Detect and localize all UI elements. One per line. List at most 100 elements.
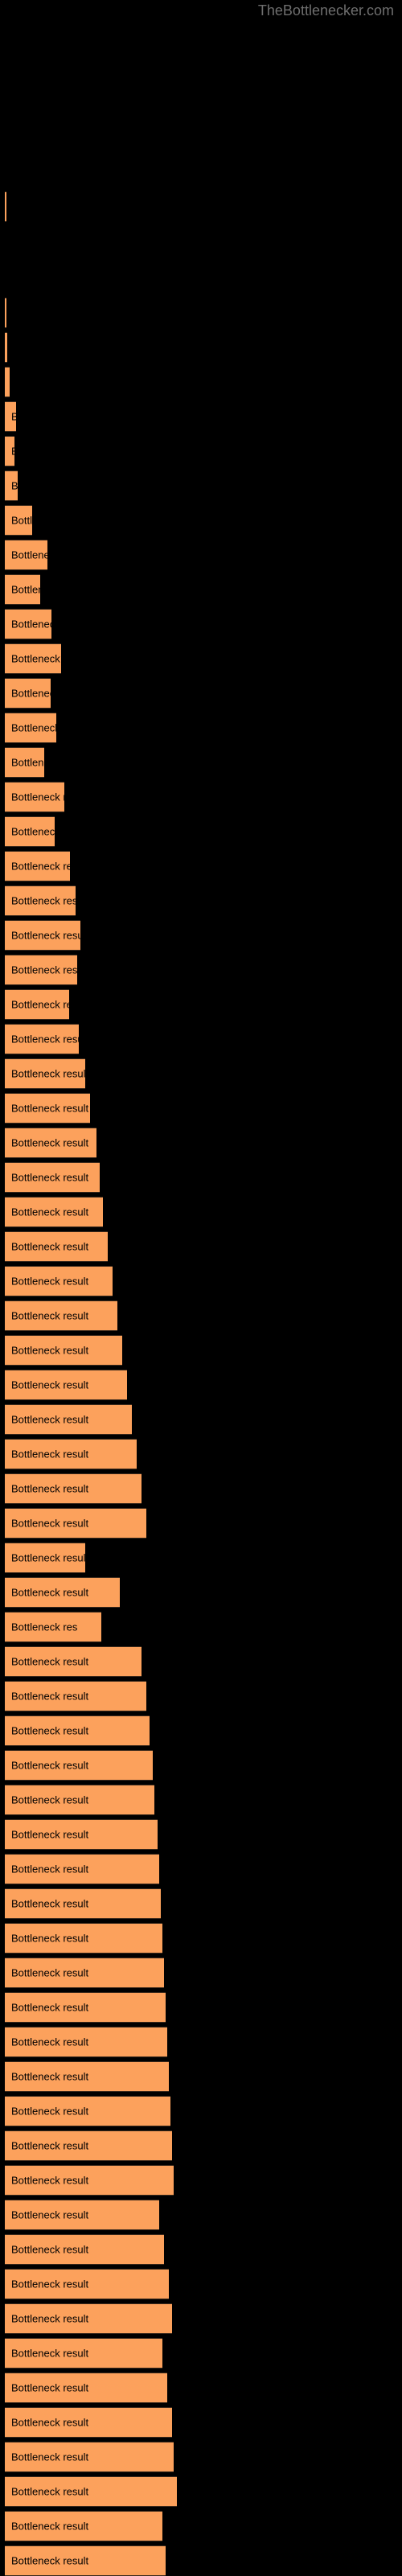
bar-row: Bottleneck result	[0, 1681, 402, 1711]
bar[interactable]: Bottleneck result	[5, 1128, 96, 1158]
bar-row: Bottleneck result	[0, 1162, 402, 1193]
bar[interactable]: Bottleneck result	[5, 1266, 113, 1296]
bar-row: Bottleneck result	[0, 989, 402, 1020]
bar[interactable]: Bottleneck result	[5, 2338, 162, 2369]
bar-row: Bottleneck res	[0, 1612, 402, 1642]
bar-value-label: Bottleneck result	[11, 652, 61, 665]
bar[interactable]: Bottleneck result	[5, 1439, 137, 1469]
bar[interactable]: Bottleneck result	[5, 1577, 120, 1608]
bar[interactable]: Bottlen	[5, 505, 32, 536]
bar-row: Bottleneck result	[0, 885, 402, 916]
bar-row: B	[0, 436, 402, 466]
bar[interactable]: Bottleneck result	[5, 2407, 172, 2438]
bar[interactable]: Bottleneck re	[5, 609, 51, 639]
bar[interactable]: Bottleneck result	[5, 1162, 100, 1193]
bar[interactable]: Bottleneck result	[5, 782, 64, 812]
bar[interactable]: Bottleneck result	[5, 989, 69, 1020]
bar-row: Bottleneck result	[0, 2511, 402, 2541]
bar[interactable]: Bottleneck re	[5, 678, 51, 709]
bar-row: Bottleneck result	[0, 1854, 402, 1884]
bar[interactable]: Bottleneck result	[5, 2130, 172, 2161]
bar[interactable]: Bottleneck result	[5, 1992, 166, 2023]
bar[interactable]: Bottleneck result	[5, 1819, 158, 1850]
bar[interactable]: Bottleneck result	[5, 1370, 127, 1400]
bar[interactable]: Bottleneck resu	[5, 713, 56, 743]
bar-value-label: Bottleneck result	[11, 2485, 89, 2498]
bar[interactable]: Bottleneck result	[5, 1093, 90, 1124]
bar[interactable]: Bottleneck result	[5, 2269, 169, 2299]
bar[interactable]: Bottleneck result	[5, 955, 77, 985]
bar-value-label: Bottleneck re	[11, 618, 51, 631]
bar[interactable]: Bottleneck result	[5, 2165, 174, 2196]
bar[interactable]: Bottleneck result	[5, 1923, 162, 1954]
bar[interactable]: Bottleneck result	[5, 1508, 146, 1539]
bar-value-label: Bottleneck result	[11, 2520, 89, 2533]
bar[interactable]: Bottleneck result	[5, 1854, 159, 1884]
bar-value-label: Bottleneck result	[11, 1102, 89, 1115]
bar-row: Bottleneck result	[0, 2234, 402, 2265]
bar[interactable]: Bottleneck result	[5, 1058, 85, 1089]
bar[interactable]: Bottleneck result	[5, 2200, 159, 2230]
bar[interactable]: Bottleneck result	[5, 1231, 108, 1262]
bar[interactable]: B	[5, 436, 14, 466]
bar[interactable]: Bottleneck result	[5, 920, 80, 951]
bar[interactable]: Bottleneck result	[5, 2303, 172, 2334]
bar-value-label: Bottleneck result	[11, 894, 76, 907]
bar-row: Bottleneck result	[0, 2027, 402, 2057]
bar[interactable]: Bo	[5, 401, 16, 432]
bar-value-label: Bo	[11, 479, 18, 492]
bar[interactable]: Bottleneck result	[5, 643, 61, 674]
bar[interactable]: Bottleneck result	[5, 1681, 146, 1711]
bar-row: Bottleneck result	[0, 1646, 402, 1677]
bar[interactable]: Bottleneck result	[5, 1024, 79, 1054]
bar-row: Bottleneck result	[0, 1819, 402, 1850]
bar[interactable]: Bottleneck result	[5, 2476, 177, 2507]
bar[interactable]: Bottleneck result	[5, 1543, 85, 1573]
bar[interactable]: Bottleneck result	[5, 2442, 174, 2472]
bar[interactable]: Bottleneck result	[5, 1300, 117, 1331]
bar-value-label: Bottleneck result	[11, 1690, 89, 1703]
bar-value-label: Bottleneck r	[11, 756, 44, 769]
bar[interactable]: Bottleneck result	[5, 1715, 150, 1746]
bar-row: Bottleneck result	[0, 1335, 402, 1366]
bar[interactable]: Bo	[5, 470, 18, 501]
bar[interactable]: Bottleneck result	[5, 1958, 164, 1988]
bar[interactable]: Bottleneck result	[5, 1646, 142, 1677]
bar[interactable]	[5, 298, 6, 328]
bar-value-label: Bottleneck result	[11, 2278, 89, 2290]
bar-value-label: Bottleneck re	[11, 687, 51, 700]
bar[interactable]: Bottleneck result	[5, 1473, 142, 1504]
bar[interactable]: Bottlenec	[5, 574, 40, 605]
bar[interactable]: Bottleneck result	[5, 851, 70, 881]
bar[interactable]: Bottleneck result	[5, 2234, 164, 2265]
bar[interactable]	[5, 332, 7, 363]
bar-value-label: Bottleneck result	[11, 1932, 89, 1945]
bar[interactable]: B	[5, 367, 10, 397]
bar-row: Bottleneck result	[0, 2545, 402, 2576]
bar[interactable]: Bottleneck result	[5, 1335, 122, 1366]
bottleneck-bar-chart: B Bo B Bo Bottlen Bottleneck r Bottlenec Bottle…	[0, 0, 402, 2576]
bar[interactable]: Bottleneck result	[5, 2061, 169, 2092]
bar[interactable]: Bottleneck res	[5, 816, 55, 847]
bar[interactable]: Bottleneck result	[5, 1750, 153, 1781]
bar-row: Bottleneck result	[0, 2061, 402, 2092]
bar[interactable]: Bottleneck result	[5, 885, 76, 916]
bar[interactable]: Bottleneck result	[5, 1888, 161, 1919]
bar[interactable]	[5, 191, 6, 222]
bar[interactable]: Bottleneck result	[5, 2545, 166, 2576]
bar-value-label: Bottleneck result	[11, 1517, 89, 1530]
bar[interactable]: Bottleneck result	[5, 1785, 154, 1815]
bar[interactable]: Bottleneck result	[5, 2373, 167, 2403]
bar[interactable]: Bottleneck result	[5, 1197, 103, 1227]
bar-value-label: Bottleneck result	[11, 1275, 89, 1288]
bar-row: Bottleneck result	[0, 2373, 402, 2403]
bar[interactable]: Bottleneck res	[5, 1612, 101, 1642]
bar[interactable]: Bottleneck result	[5, 2027, 167, 2057]
bar[interactable]: Bottleneck r	[5, 540, 47, 570]
bar-value-label: Bottleneck result	[11, 2416, 89, 2429]
bar[interactable]: Bottleneck result	[5, 2511, 162, 2541]
bar[interactable]: Bottleneck r	[5, 747, 44, 778]
bar[interactable]: Bottleneck result	[5, 1404, 132, 1435]
bar-row: Bottleneck r	[0, 540, 402, 570]
bar[interactable]: Bottleneck result	[5, 2096, 170, 2126]
